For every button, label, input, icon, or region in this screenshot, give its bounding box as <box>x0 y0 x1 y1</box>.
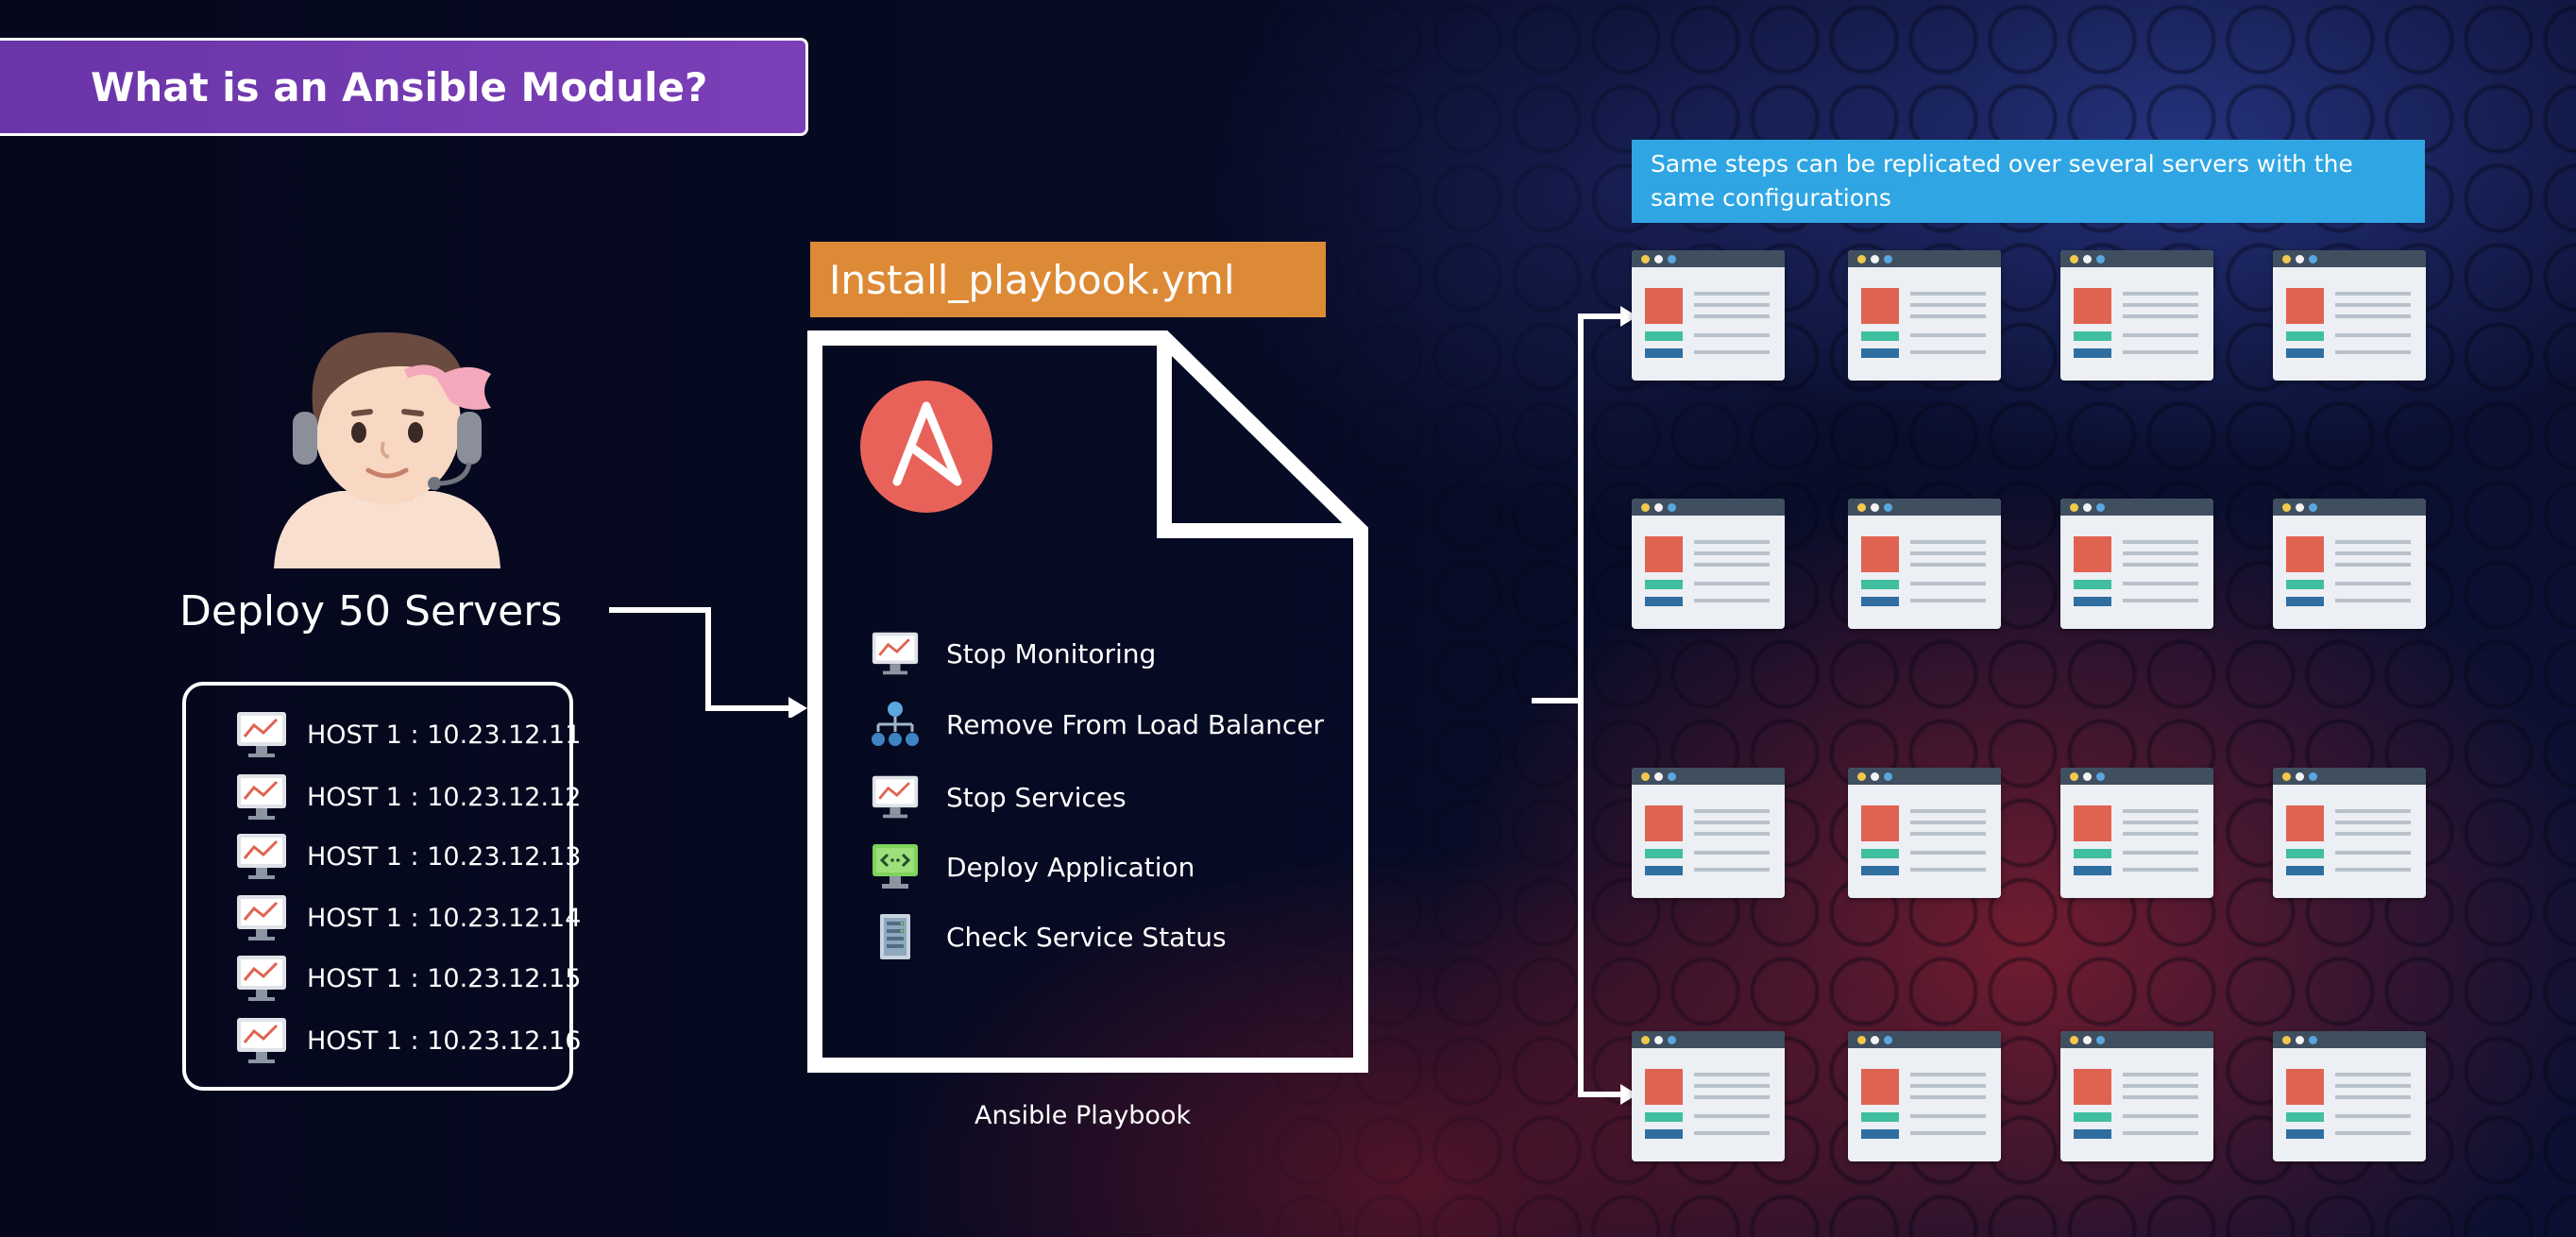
host-item: HOST 1 : 10.23.12.16 <box>235 1014 581 1067</box>
flow-arrow-to-playbook <box>609 607 807 718</box>
step-label: Stop Monitoring <box>946 637 1157 669</box>
host-label: HOST 1 : 10.23.12.13 <box>307 841 582 872</box>
server-window-icon <box>2273 250 2426 381</box>
host-label: HOST 1 : 10.23.12.12 <box>307 782 582 812</box>
server-window-icon <box>1848 499 2001 629</box>
monitor-chart-icon <box>237 1018 286 1063</box>
network-hierarchy-icon <box>872 702 919 746</box>
step-label: Remove From Load Balancer <box>946 708 1325 740</box>
monitor-chart-icon <box>237 774 286 820</box>
server-window-icon <box>1848 768 2001 898</box>
server-window-icon <box>1632 1031 1785 1161</box>
distribution-bracket-arrows <box>1532 306 1637 1105</box>
playbook-caption: Ansible Playbook <box>974 1101 1192 1130</box>
server-window-icon <box>2273 499 2426 629</box>
server-rack-icon <box>880 914 910 959</box>
server-window-icon <box>1632 250 1785 381</box>
support-agent-avatar-icon <box>274 331 500 568</box>
host-label: HOST 1 : 10.23.12.14 <box>307 903 582 933</box>
host-label: HOST 1 : 10.23.12.16 <box>307 1025 582 1056</box>
step-label: Check Service Status <box>946 921 1227 953</box>
monitor-chart-icon <box>237 712 286 757</box>
host-item: HOST 1 : 10.23.12.15 <box>235 952 581 1005</box>
monitor-chart-icon <box>237 834 286 879</box>
server-window-icon <box>2060 768 2213 898</box>
server-window-icon <box>1632 499 1785 629</box>
server-window-icon <box>2060 499 2213 629</box>
server-window-icon <box>1632 768 1785 898</box>
code-monitor-icon <box>873 844 918 889</box>
playbook-step: Stop Services <box>871 772 1127 822</box>
presenter-label: Deploy 50 Servers <box>179 587 563 635</box>
slide-title: What is an Ansible Module? <box>91 64 708 110</box>
ansible-logo-icon <box>860 381 992 513</box>
host-item: HOST 1 : 10.23.12.12 <box>235 771 581 823</box>
host-item: HOST 1 : 10.23.12.14 <box>235 891 581 944</box>
host-label: HOST 1 : 10.23.12.11 <box>307 720 582 750</box>
monitor-chart-icon <box>872 632 919 675</box>
server-window-icon <box>2273 768 2426 898</box>
server-window-icon <box>1848 250 2001 381</box>
monitor-chart-icon <box>872 775 919 819</box>
host-item: HOST 1 : 10.23.12.11 <box>235 708 581 761</box>
step-label: Stop Services <box>946 781 1127 813</box>
server-window-icon <box>1848 1031 2001 1161</box>
playbook-step: Check Service Status <box>871 912 1227 961</box>
playbook-filename-tag: Install_playbook.yml <box>810 242 1326 317</box>
host-list-box: HOST 1 : 10.23.12.11 HOST 1 : 10.23.12.1… <box>182 682 581 1091</box>
host-label: HOST 1 : 10.23.12.15 <box>307 963 582 993</box>
playbook-step: Stop Monitoring <box>871 629 1156 678</box>
monitor-chart-icon <box>237 895 286 940</box>
monitor-chart-icon <box>237 956 286 1001</box>
host-item: HOST 1 : 10.23.12.13 <box>235 830 581 883</box>
server-window-icon <box>2060 250 2213 381</box>
server-window-icon <box>2060 1031 2213 1161</box>
step-label: Deploy Application <box>946 851 1195 883</box>
replication-note: Same steps can be replicated over severa… <box>1632 140 2425 223</box>
server-window-icon <box>2273 1031 2426 1161</box>
playbook-step: Deploy Application <box>871 842 1195 891</box>
playbook-step: Remove From Load Balancer <box>871 700 1324 749</box>
